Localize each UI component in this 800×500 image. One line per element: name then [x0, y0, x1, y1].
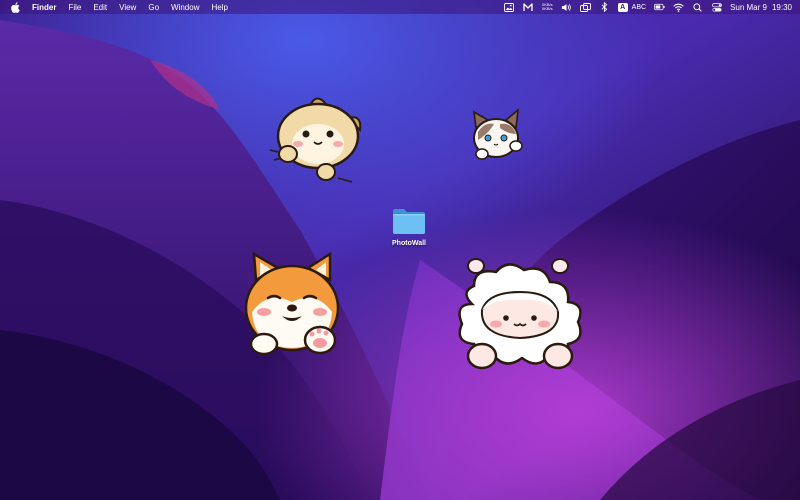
input-source-badge: A	[617, 2, 628, 12]
menu-window[interactable]: Window	[171, 3, 199, 12]
sheep-sticker[interactable]	[452, 252, 588, 374]
wifi-icon[interactable]	[673, 2, 684, 12]
m-icon[interactable]	[523, 2, 534, 12]
menu-bar: Finder File Edit View Go Window Help 0KB…	[0, 0, 800, 14]
menu-view[interactable]: View	[119, 3, 136, 12]
folder-photowall[interactable]: PhotoWall	[386, 206, 432, 247]
screens-icon[interactable]	[579, 2, 591, 12]
control-center-icon[interactable]	[711, 2, 722, 12]
menu-edit[interactable]: Edit	[93, 3, 107, 12]
clock-time: 19:30	[771, 2, 792, 12]
battery-icon[interactable]	[654, 2, 665, 12]
menu-clock[interactable]: Sun Mar 9 19:30	[730, 3, 792, 12]
apple-icon[interactable]	[10, 1, 20, 13]
menu-file[interactable]: File	[68, 3, 81, 12]
network-speed[interactable]: 0KB/s 0KB/s	[541, 2, 553, 12]
menu-go[interactable]: Go	[148, 3, 159, 12]
shiba-sticker[interactable]	[238, 250, 346, 360]
menu-help[interactable]: Help	[211, 3, 227, 12]
menu-bar-left: Finder File Edit View Go Window Help	[10, 0, 240, 14]
photo-icon[interactable]	[504, 2, 515, 12]
app-name[interactable]: Finder	[32, 3, 56, 12]
net-down: 0KB/s	[541, 6, 553, 11]
desktop-wallpaper	[0, 0, 800, 500]
input-source[interactable]: A ABC	[617, 2, 647, 12]
folder-icon	[393, 209, 425, 234]
search-icon[interactable]	[692, 2, 703, 12]
bluetooth-icon[interactable]	[599, 2, 610, 12]
menu-bar-right: 0KB/s 0KB/s A ABC Sun Mar 9 19:30	[496, 0, 792, 14]
cat-sticker[interactable]	[466, 108, 528, 170]
clock-date: Sun Mar 9	[730, 2, 767, 12]
input-source-label: ABC	[631, 3, 647, 11]
volume-icon[interactable]	[561, 2, 572, 12]
hamster-sticker[interactable]	[268, 92, 368, 184]
folder-label: PhotoWall	[392, 240, 426, 247]
